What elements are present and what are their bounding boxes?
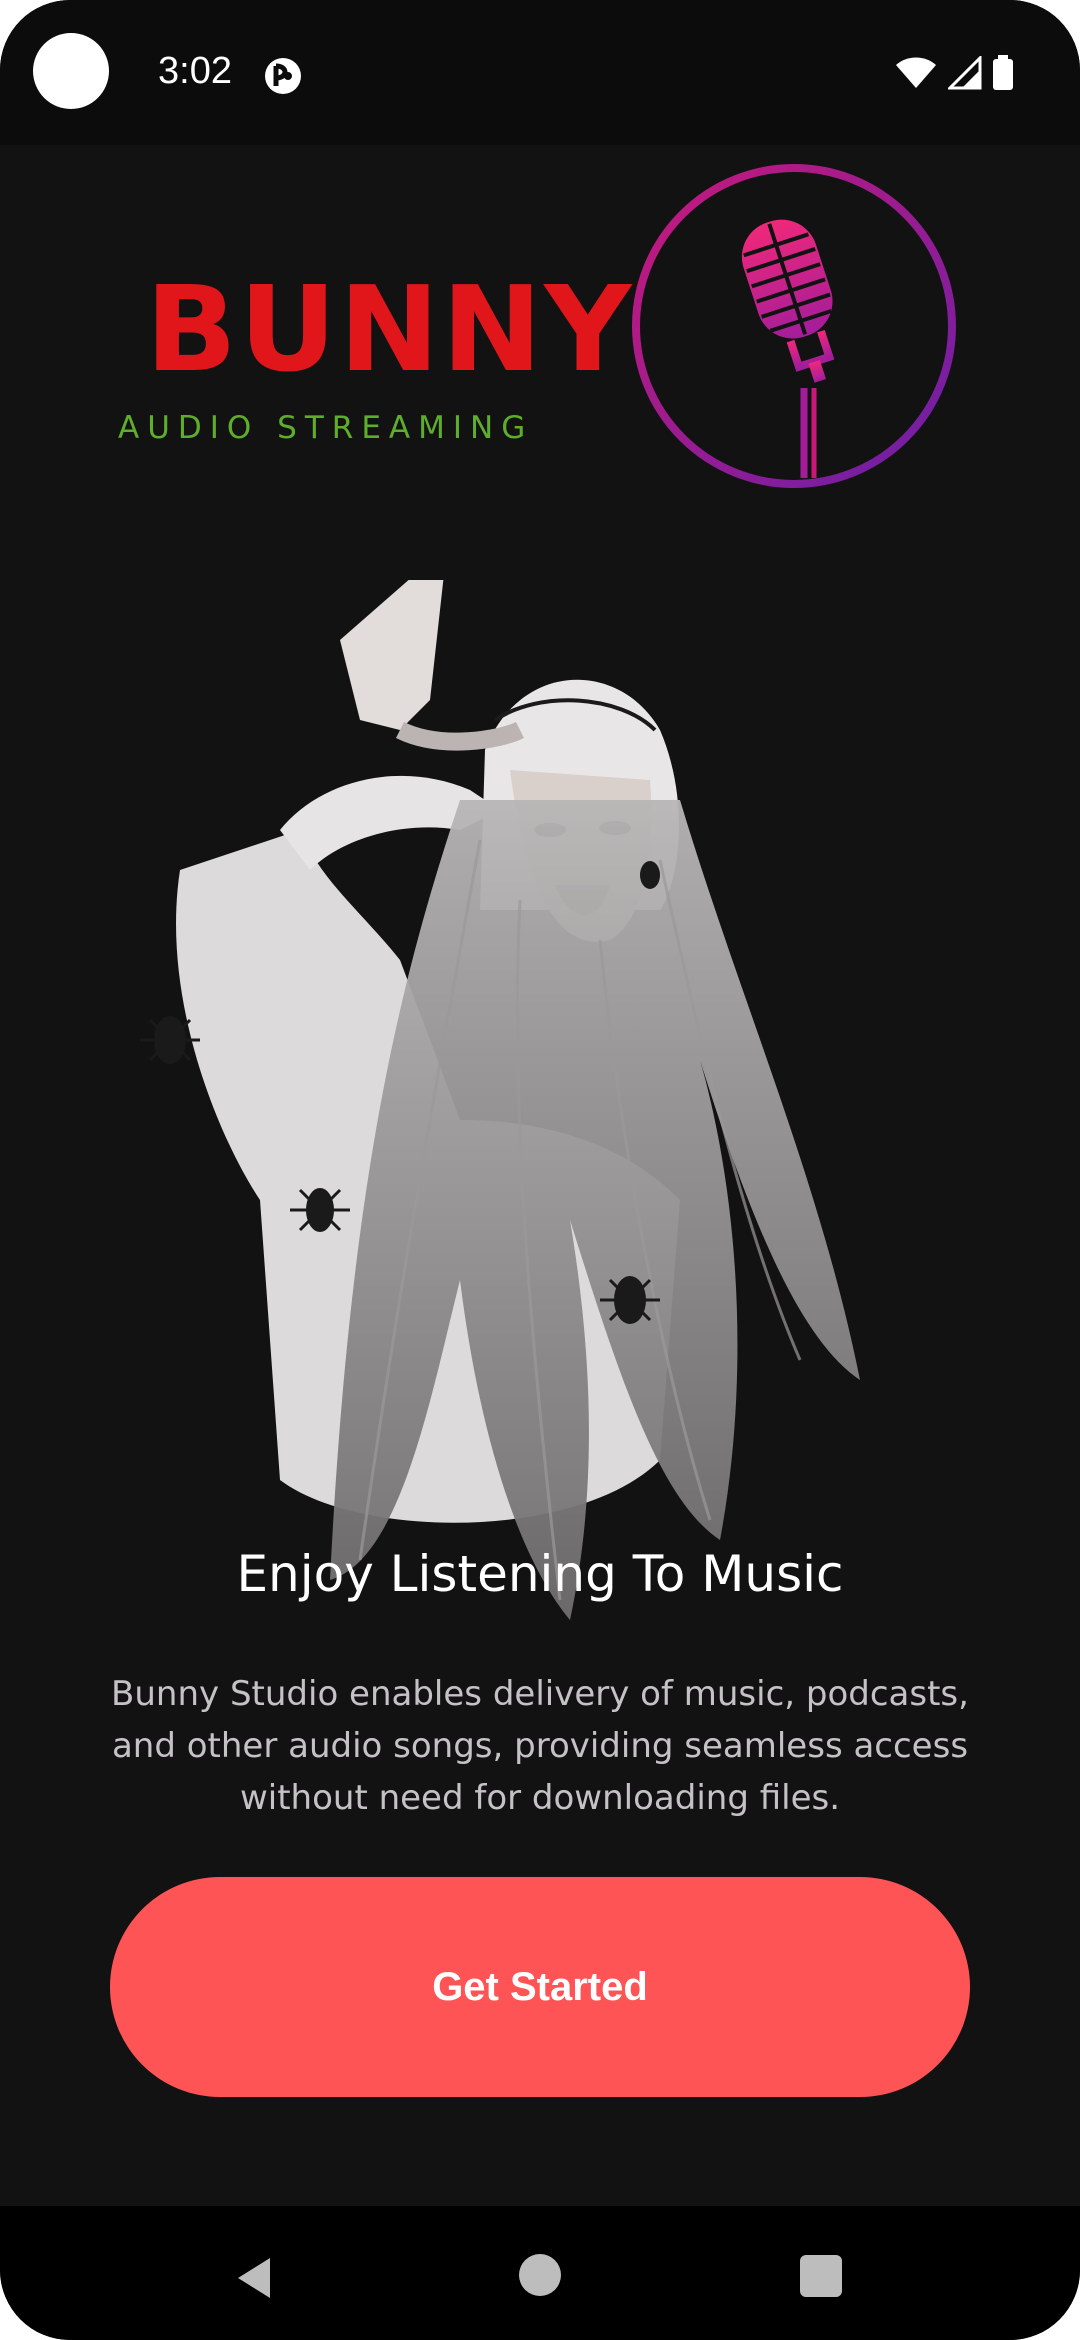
battery-icon bbox=[993, 55, 1013, 90]
app-notification-icon bbox=[265, 58, 301, 94]
onboarding-title: Enjoy Listening To Music bbox=[236, 1545, 844, 1603]
onboarding-description: Bunny Studio enables delivery of music, … bbox=[111, 1674, 969, 1818]
status-time: 3:02 bbox=[158, 50, 232, 92]
microphone-icon bbox=[632, 164, 956, 488]
recents-icon[interactable] bbox=[800, 2255, 842, 2297]
back-icon[interactable] bbox=[234, 2256, 274, 2300]
camera-cutout bbox=[33, 33, 109, 109]
phone-screen: 3:02 BUNNY AUDIO STREAMING Enjoy Listeni… bbox=[0, 0, 1080, 2340]
brand-logo: BUNNY AUDIO STREAMING bbox=[110, 270, 631, 450]
home-icon[interactable] bbox=[519, 2254, 561, 2296]
girl-illustration bbox=[140, 580, 860, 1620]
brand-name: BUNNY bbox=[145, 260, 634, 398]
brand-tagline: AUDIO STREAMING bbox=[118, 410, 534, 446]
cell-signal-icon bbox=[948, 56, 982, 90]
navigation-bar bbox=[0, 2206, 1080, 2340]
status-bar: 3:02 bbox=[0, 0, 1080, 145]
wifi-icon bbox=[896, 57, 936, 88]
get-started-button[interactable]: Get Started bbox=[110, 1877, 970, 2097]
